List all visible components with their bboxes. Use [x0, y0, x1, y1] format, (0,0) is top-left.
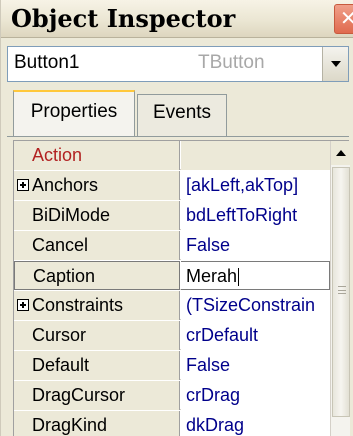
text-caret: [238, 268, 240, 287]
property-name: Caption: [14, 261, 180, 290]
inspector-tabs: Properties Events: [7, 90, 349, 140]
window-title: Object Inspector: [11, 4, 236, 33]
caption-edit-text: Merah: [186, 266, 238, 286]
property-row-caption[interactable]: Caption Merah: [14, 261, 330, 290]
property-name: Default: [14, 351, 180, 380]
property-value[interactable]: [181, 141, 330, 170]
property-value[interactable]: bdLeftToRight: [181, 201, 330, 230]
property-value[interactable]: False: [181, 231, 330, 260]
property-value[interactable]: crDrag: [181, 381, 330, 410]
property-grid: Action Anchors [akLeft,akTop] BiDiMode b…: [13, 140, 351, 436]
vertical-scrollbar[interactable]: [330, 141, 351, 436]
property-name: Anchors: [32, 175, 99, 195]
tab-events[interactable]: Events: [137, 94, 227, 136]
tab-properties[interactable]: Properties: [13, 90, 135, 136]
property-name-cell: Anchors: [14, 171, 180, 200]
grip-icon: [338, 286, 346, 294]
property-name: Cursor: [14, 321, 180, 350]
property-name-cell: Constraints: [14, 291, 180, 320]
property-name: BiDiMode: [14, 201, 180, 230]
property-row-dragkind[interactable]: DragKind dkDrag: [14, 411, 330, 436]
component-type: TButton: [198, 52, 265, 73]
property-row-cancel[interactable]: Cancel False: [14, 231, 330, 260]
property-row-anchors[interactable]: Anchors [akLeft,akTop]: [14, 171, 330, 200]
property-name: DragKind: [14, 411, 180, 436]
caption-edit-field[interactable]: Merah: [181, 261, 330, 290]
property-row-dragcursor[interactable]: DragCursor crDrag: [14, 381, 330, 410]
close-icon[interactable]: ✕: [334, 4, 353, 34]
property-row-default[interactable]: Default False: [14, 351, 330, 380]
object-inspector-window: Object Inspector ✕ Button1 TButton Prope…: [0, 0, 353, 436]
property-name: Constraints: [32, 295, 124, 315]
property-name: DragCursor: [14, 381, 180, 410]
tab-divider: [7, 136, 349, 137]
property-row-constraints[interactable]: Constraints (TSizeConstrain: [14, 291, 330, 320]
property-row-bidimode[interactable]: BiDiMode bdLeftToRight: [14, 201, 330, 230]
property-name: Cancel: [14, 231, 180, 260]
property-name: Action: [14, 141, 180, 170]
plus-box-icon[interactable]: [17, 179, 29, 191]
chevron-down-icon[interactable]: [322, 47, 348, 81]
arrow-up-icon[interactable]: [331, 141, 351, 165]
component-selector[interactable]: Button1 TButton: [7, 46, 349, 82]
property-row-cursor[interactable]: Cursor crDefault: [14, 321, 330, 350]
property-value[interactable]: False: [181, 351, 330, 380]
property-row-action[interactable]: Action: [14, 141, 330, 170]
property-value[interactable]: dkDrag: [181, 411, 330, 436]
title-bar[interactable]: Object Inspector ✕: [1, 0, 353, 38]
property-value[interactable]: [akLeft,akTop]: [181, 171, 330, 200]
scroll-thumb[interactable]: [332, 167, 350, 417]
plus-box-icon[interactable]: [17, 299, 29, 311]
component-name: Button1: [14, 52, 80, 73]
property-value[interactable]: crDefault: [181, 321, 330, 350]
property-value[interactable]: (TSizeConstrain: [181, 291, 330, 320]
